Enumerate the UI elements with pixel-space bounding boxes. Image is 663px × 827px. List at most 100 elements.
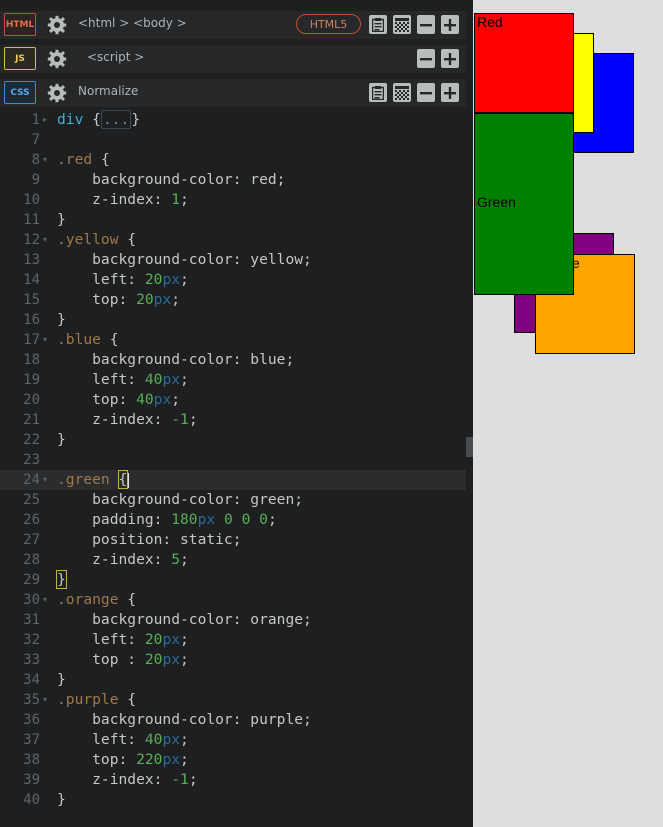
plus-icon[interactable] [441, 49, 459, 68]
code-token: ; [180, 551, 189, 568]
code-line[interactable]: 16} [0, 310, 466, 330]
plus-icon[interactable] [441, 83, 459, 102]
html-panel-label: <html > <body > [78, 16, 187, 30]
pane-splitter[interactable] [466, 0, 473, 827]
fold-down-icon[interactable]: ▾ [43, 470, 47, 490]
line-number: 11 [23, 212, 40, 228]
css-badge[interactable]: CSS [4, 81, 36, 104]
code-line[interactable]: 12 ▾ .yellow { [0, 230, 466, 250]
code-line[interactable]: 15 top: 20px; [0, 290, 466, 310]
code-line[interactable]: 28 z-index: 5; [0, 550, 466, 570]
code-token: } [57, 671, 66, 688]
line-number: 12 [23, 232, 40, 248]
code-line[interactable]: 23 [0, 450, 466, 470]
code-line[interactable]: 22} [0, 430, 466, 450]
minus-icon[interactable] [417, 49, 435, 68]
line-number: 13 [23, 252, 40, 268]
code-token: 40 [136, 391, 154, 408]
js-badge[interactable]: JS [4, 47, 36, 70]
code-line[interactable]: 38 top: 220px; [0, 750, 466, 770]
checker-icon[interactable] [393, 83, 411, 102]
css-panel-label[interactable]: Normalize [78, 84, 138, 98]
code-token: ; [180, 731, 189, 748]
fold-down-icon[interactable]: ▾ [43, 690, 47, 710]
code-line[interactable]: 17 ▾ .blue { [0, 330, 466, 350]
code-text: } [57, 430, 66, 450]
css-code-editor[interactable]: 1 ▸ div {...} 7 8 ▾ .red {9 background-color: … [0, 110, 466, 827]
line-number: 33 [23, 652, 40, 668]
gear-icon[interactable] [47, 49, 67, 69]
code-token: top: [57, 391, 137, 408]
line-number: 14 [23, 272, 40, 288]
code-token: } [57, 311, 66, 328]
minus-icon[interactable] [417, 83, 435, 102]
code-token: } [131, 111, 141, 128]
code-line[interactable]: 36 background-color: purple; [0, 710, 466, 730]
code-line[interactable]: 19 left: 40px; [0, 370, 466, 390]
code-line[interactable]: 24 ▾ .green { [0, 470, 466, 490]
code-line[interactable]: 7 [0, 130, 466, 150]
code-line[interactable]: 30 ▾ .orange { [0, 590, 466, 610]
clipboard-icon[interactable] [369, 15, 387, 34]
clipboard-icon[interactable] [369, 83, 387, 102]
code-line[interactable]: 31 background-color: orange; [0, 610, 466, 630]
splitter-handle[interactable] [466, 437, 473, 457]
code-text: top: 20px; [57, 290, 180, 310]
gear-icon[interactable] [47, 15, 67, 35]
code-line[interactable]: 27 position: static; [0, 530, 466, 550]
code-line[interactable]: 13 background-color: yellow; [0, 250, 466, 270]
code-token: background-color: red; [57, 171, 286, 188]
code-line[interactable]: 11} [0, 210, 466, 230]
code-line[interactable]: 29} [0, 570, 466, 590]
code-token: 5 [171, 551, 181, 568]
line-number: 1 [31, 112, 40, 128]
code-token: 20 [144, 271, 163, 288]
code-line[interactable]: 40} [0, 790, 466, 810]
code-line[interactable]: 8 ▾ .red { [0, 150, 466, 170]
fold-down-icon[interactable]: ▾ [43, 330, 47, 350]
html-badge[interactable]: HTML [4, 13, 36, 36]
code-token: 20 [144, 631, 163, 648]
code-line[interactable]: 10 z-index: 1; [0, 190, 466, 210]
code-token: .purple [57, 691, 128, 708]
code-line[interactable]: 34} [0, 670, 466, 690]
code-token: ; [180, 191, 189, 208]
code-token: left: [57, 271, 145, 288]
code-line[interactable]: 18 background-color: blue; [0, 350, 466, 370]
code-line[interactable]: 35 ▾ .purple { [0, 690, 466, 710]
plus-icon[interactable] [441, 15, 459, 34]
code-line[interactable]: 14 left: 20px; [0, 270, 466, 290]
line-number: 19 [23, 372, 40, 388]
code-line[interactable]: 33 top : 20px; [0, 650, 466, 670]
folded-code-marker[interactable]: ... [100, 110, 132, 129]
minus-icon[interactable] [417, 15, 435, 34]
code-token: px [162, 631, 181, 648]
code-line[interactable]: 9 background-color: red; [0, 170, 466, 190]
editor-column: HTML <html > <body > HTML5 JS <script > [0, 0, 466, 827]
code-text: top : 20px; [57, 650, 189, 670]
code-token: 40 [144, 731, 163, 748]
code-token: } [57, 211, 66, 228]
code-line[interactable]: 26 padding: 180px 0 0 0; [0, 510, 466, 530]
gear-icon[interactable] [47, 83, 67, 103]
code-token: background-color: yellow; [57, 251, 312, 268]
green-box-label: Green [477, 194, 516, 210]
code-line[interactable]: 37 left: 40px; [0, 730, 466, 750]
code-token: { [109, 331, 119, 348]
code-line[interactable]: 1 ▸ div {...} [0, 110, 466, 130]
checker-icon[interactable] [393, 15, 411, 34]
fold-down-icon[interactable]: ▾ [43, 150, 47, 170]
code-token: } [57, 791, 66, 808]
doctype-button[interactable]: HTML5 [296, 14, 361, 34]
code-line[interactable]: 39 z-index: -1; [0, 770, 466, 790]
fold-right-icon[interactable]: ▸ [43, 110, 47, 130]
code-line[interactable]: 21 z-index: -1; [0, 410, 466, 430]
red-box-label: Red [477, 14, 503, 30]
code-line[interactable]: 25 background-color: green; [0, 490, 466, 510]
code-line[interactable]: 32 left: 20px; [0, 630, 466, 650]
fold-down-icon[interactable]: ▾ [43, 230, 47, 250]
fold-down-icon[interactable]: ▾ [43, 590, 47, 610]
code-line[interactable]: 20 top: 40px; [0, 390, 466, 410]
